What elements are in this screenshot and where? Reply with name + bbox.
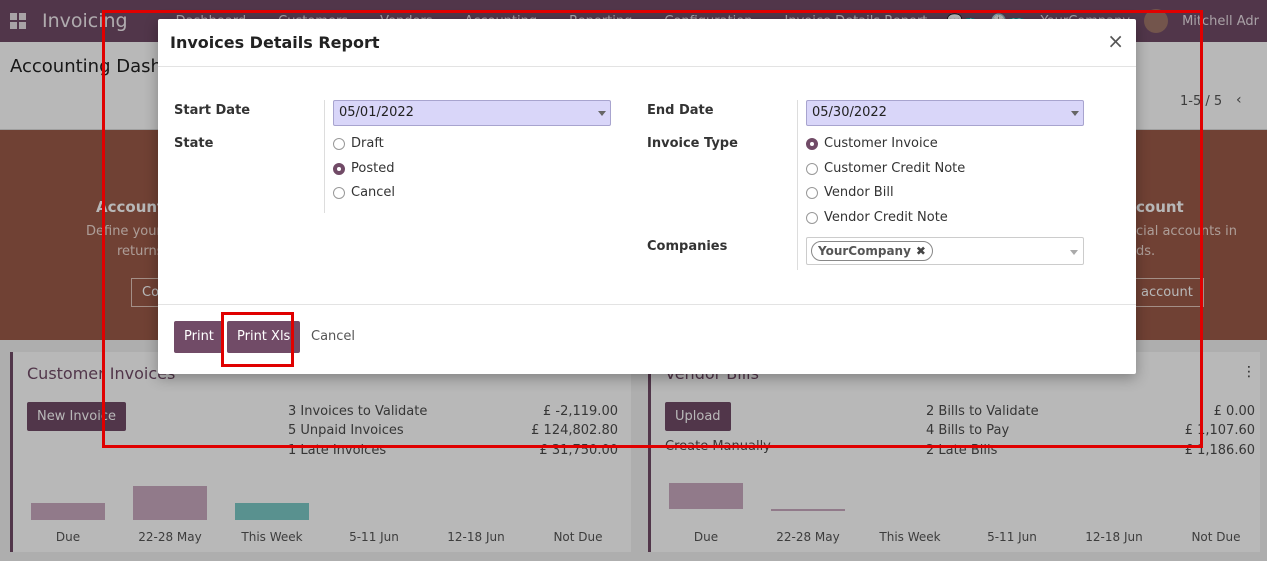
start-date-input[interactable]: 05/01/2022 <box>333 100 611 126</box>
radio-vendor-bill[interactable] <box>806 186 818 199</box>
modal-title: Invoices Details Report <box>170 33 380 52</box>
radio-vendor-bill-label: Vendor Bill <box>824 185 894 200</box>
invoice-type-customer-credit-note[interactable]: Customer Credit Note <box>806 161 965 176</box>
start-date-value: 05/01/2022 <box>339 105 414 120</box>
state-option-draft[interactable]: Draft <box>333 136 384 151</box>
modal-footer: Print Print Xls Cancel <box>158 304 1136 374</box>
end-date-label: End Date <box>647 103 714 118</box>
chevron-down-icon <box>1070 250 1078 255</box>
chevron-down-icon <box>1071 111 1079 116</box>
invoice-type-vendor-credit-note[interactable]: Vendor Credit Note <box>806 210 948 225</box>
close-icon[interactable]: × <box>1107 29 1124 53</box>
radio-vendor-credit-note-label: Vendor Credit Note <box>824 210 948 225</box>
start-date-label: Start Date <box>174 103 251 118</box>
radio-cancel-label: Cancel <box>351 185 396 200</box>
radio-customer-invoice-label: Customer Invoice <box>824 136 938 151</box>
state-option-posted[interactable]: Posted <box>333 161 394 176</box>
radio-draft-label: Draft <box>351 136 384 151</box>
state-option-cancel[interactable]: Cancel <box>333 185 395 200</box>
end-date-value: 05/30/2022 <box>812 105 887 120</box>
print-button[interactable]: Print <box>174 321 224 353</box>
companies-label: Companies <box>647 239 728 254</box>
radio-posted-label: Posted <box>351 161 395 176</box>
chevron-down-icon <box>598 111 606 116</box>
invoices-details-report-dialog: Invoices Details Report × Start Date 05/… <box>158 19 1136 374</box>
cancel-button[interactable]: Cancel <box>301 321 365 353</box>
left-column-divider <box>324 100 325 213</box>
radio-draft[interactable] <box>333 137 345 150</box>
print-xls-button[interactable]: Print Xls <box>227 321 301 353</box>
end-date-input[interactable]: 05/30/2022 <box>806 100 1084 126</box>
right-column-divider <box>797 100 798 270</box>
invoice-type-label: Invoice Type <box>647 136 738 151</box>
radio-customer-invoice[interactable] <box>806 137 818 150</box>
radio-cancel[interactable] <box>333 186 345 199</box>
radio-customer-credit-note[interactable] <box>806 162 818 175</box>
radio-vendor-credit-note[interactable] <box>806 211 818 224</box>
company-tag-label: YourCompany <box>818 244 911 258</box>
remove-tag-icon[interactable]: ✖ <box>916 244 926 258</box>
state-label: State <box>174 136 214 151</box>
invoice-type-customer-invoice[interactable]: Customer Invoice <box>806 136 938 151</box>
companies-input[interactable]: YourCompany ✖ <box>806 237 1084 265</box>
modal-header: Invoices Details Report × <box>158 19 1136 67</box>
radio-customer-credit-note-label: Customer Credit Note <box>824 161 966 176</box>
radio-posted[interactable] <box>333 162 345 175</box>
company-tag: YourCompany ✖ <box>811 241 933 261</box>
invoice-type-vendor-bill[interactable]: Vendor Bill <box>806 185 894 200</box>
